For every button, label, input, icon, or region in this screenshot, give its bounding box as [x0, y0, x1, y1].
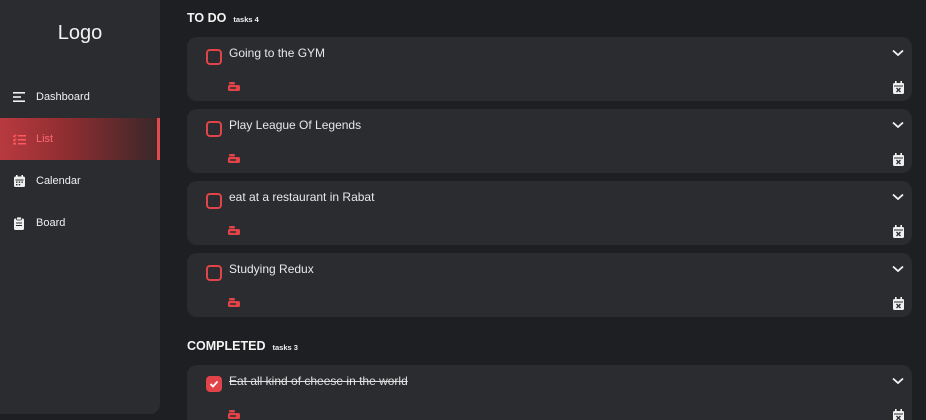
sidebar-item-list[interactable]: List	[0, 118, 160, 160]
task-title: eat at a restaurant in Rabat	[229, 190, 375, 204]
completed-task-count: tasks 3	[272, 343, 298, 352]
task-checkbox[interactable]	[206, 193, 222, 209]
chevron-down-icon[interactable]	[892, 261, 904, 273]
task-checkbox[interactable]	[206, 265, 222, 281]
sidebar-item-calendar[interactable]: Calendar	[0, 160, 160, 202]
task-list-main: TO DO tasks 4 Going to the GYM Play Leag…	[187, 0, 912, 420]
sidebar-item-label: Dashboard	[36, 91, 90, 103]
completed-section-title: COMPLETED	[187, 339, 266, 353]
task-title: Play League Of Legends	[229, 118, 362, 132]
completed-section-header: COMPLETED tasks 3	[187, 339, 298, 353]
tag-icon[interactable]	[228, 223, 242, 235]
task-checkbox[interactable]	[206, 121, 222, 137]
sidebar: Logo Dashboard List Calendar Board	[0, 0, 160, 414]
sidebar-item-label: Calendar	[36, 175, 81, 187]
chevron-down-icon[interactable]	[892, 189, 904, 201]
app-root: Logo Dashboard List Calendar Board TO DO…	[0, 0, 926, 420]
task-title: Going to the GYM	[229, 46, 326, 60]
calendar-delete-icon[interactable]	[893, 225, 904, 238]
clipboard-icon	[12, 216, 26, 230]
task-checkbox-checked[interactable]	[206, 376, 222, 392]
task-card[interactable]: eat at a restaurant in Rabat	[187, 181, 912, 245]
tag-icon[interactable]	[228, 79, 242, 91]
chevron-down-icon[interactable]	[892, 45, 904, 57]
todo-section-title: TO DO	[187, 11, 227, 25]
menu-lines-icon	[12, 90, 26, 104]
chevron-down-icon[interactable]	[892, 373, 904, 385]
tag-icon[interactable]	[228, 295, 242, 307]
sidebar-item-dashboard[interactable]: Dashboard	[0, 76, 160, 118]
sidebar-item-board[interactable]: Board	[0, 202, 160, 244]
calendar-icon	[12, 174, 26, 188]
task-checkbox[interactable]	[206, 49, 222, 65]
chevron-down-icon[interactable]	[892, 117, 904, 129]
checklist-icon	[12, 132, 26, 146]
task-card[interactable]: Eat all kind of cheese in the world	[187, 365, 912, 420]
task-title: Eat all kind of cheese in the world	[229, 374, 408, 388]
calendar-delete-icon[interactable]	[893, 81, 904, 94]
todo-task-count: tasks 4	[233, 15, 259, 24]
sidebar-item-label: List	[36, 133, 54, 145]
calendar-delete-icon[interactable]	[893, 153, 904, 166]
task-card[interactable]: Studying Redux	[187, 253, 912, 317]
logo[interactable]: Logo	[0, 22, 160, 45]
calendar-delete-icon[interactable]	[893, 409, 904, 420]
task-card[interactable]: Play League Of Legends	[187, 109, 912, 173]
todo-section-header: TO DO tasks 4	[187, 11, 259, 25]
task-card[interactable]: Going to the GYM	[187, 37, 912, 101]
tag-icon[interactable]	[228, 407, 242, 419]
task-title: Studying Redux	[229, 262, 314, 276]
sidebar-item-label: Board	[36, 217, 66, 229]
tag-icon[interactable]	[228, 151, 242, 163]
calendar-delete-icon[interactable]	[893, 297, 904, 310]
